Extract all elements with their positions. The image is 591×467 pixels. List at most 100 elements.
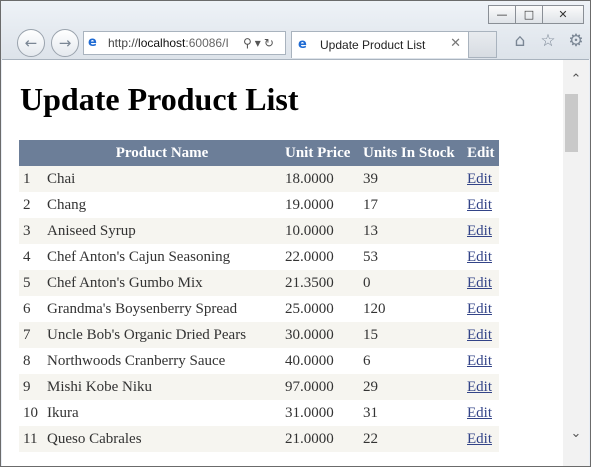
home-icon[interactable]: ⌂ bbox=[506, 31, 534, 51]
maximize-icon[interactable]: □ bbox=[515, 5, 543, 24]
product-name-cell: Mishi Kobe Niku bbox=[43, 374, 281, 400]
unit-price-cell: 97.0000 bbox=[281, 374, 359, 400]
edit-link-cell: Edit bbox=[463, 348, 499, 374]
edit-link[interactable]: Edit bbox=[467, 249, 492, 265]
browser-chrome: — □ ✕ ← → e http://localhost:60086/I ⚲ ▾… bbox=[1, 1, 590, 59]
unit-price-cell: 18.0000 bbox=[281, 166, 359, 192]
units-in-stock: 53 bbox=[363, 248, 378, 265]
edit-link[interactable]: Edit bbox=[467, 431, 492, 447]
product-name: Aniseed Syrup bbox=[47, 222, 136, 239]
unit-price: 31.0000 bbox=[285, 404, 334, 421]
row-id: 8 bbox=[23, 352, 31, 369]
tab-title: Update Product List bbox=[320, 38, 426, 52]
row-id: 3 bbox=[23, 222, 31, 239]
row-id: 5 bbox=[23, 274, 31, 291]
unit-price-cell: 21.3500 bbox=[281, 270, 359, 296]
edit-link[interactable]: Edit bbox=[467, 405, 492, 421]
row-id: 9 bbox=[23, 378, 31, 395]
tab-favicon-icon: e bbox=[298, 37, 307, 52]
edit-link-cell: Edit bbox=[463, 218, 499, 244]
unit-price: 30.0000 bbox=[285, 326, 334, 343]
scroll-up-icon[interactable]: ⌃ bbox=[563, 72, 589, 92]
unit-price: 19.0000 bbox=[285, 196, 334, 213]
unit-price: 25.0000 bbox=[285, 300, 334, 317]
edit-link[interactable]: Edit bbox=[467, 379, 492, 395]
scroll-down-icon[interactable]: ⌄ bbox=[563, 426, 589, 446]
product-name: Chef Anton's Gumbo Mix bbox=[47, 274, 203, 291]
units-in-stock: 0 bbox=[363, 274, 371, 291]
product-name-cell: Ikura bbox=[43, 400, 281, 426]
table-body: 1 Chai 18.0000 39 Edit 2 Chang 19.0000 17 Edit 3 An… bbox=[19, 166, 499, 452]
new-tab-button[interactable] bbox=[469, 31, 497, 58]
search-icon[interactable]: ⚲ bbox=[243, 36, 252, 50]
row-id-cell: 5 bbox=[19, 270, 43, 296]
row-id: 1 bbox=[23, 170, 31, 187]
table-row: 6 Grandma's Boysenberry Spread 25.0000 120 E… bbox=[19, 296, 499, 322]
product-name: Northwoods Cranberry Sauce bbox=[47, 352, 226, 369]
unit-price: 18.0000 bbox=[285, 170, 334, 187]
units-in-stock: 17 bbox=[363, 196, 378, 213]
forward-icon[interactable]: → bbox=[51, 29, 79, 57]
edit-link[interactable]: Edit bbox=[467, 171, 492, 187]
row-id-cell: 1 bbox=[19, 166, 43, 192]
units-in-stock-cell: 0 bbox=[359, 270, 463, 296]
units-in-stock-cell: 15 bbox=[359, 322, 463, 348]
product-name: Mishi Kobe Niku bbox=[47, 378, 152, 395]
product-name: Grandma's Boysenberry Spread bbox=[47, 300, 238, 317]
units-in-stock: 39 bbox=[363, 170, 378, 187]
header-units-in-stock: Units In Stock bbox=[359, 140, 463, 166]
edit-link[interactable]: Edit bbox=[467, 223, 492, 239]
row-id: 2 bbox=[23, 196, 31, 213]
edit-link-cell: Edit bbox=[463, 426, 499, 452]
edit-link-cell: Edit bbox=[463, 374, 499, 400]
edit-link-cell: Edit bbox=[463, 296, 499, 322]
units-in-stock-cell: 22 bbox=[359, 426, 463, 452]
favorites-star-icon[interactable]: ☆ bbox=[534, 31, 562, 51]
product-name: Uncle Bob's Organic Dried Pears bbox=[47, 326, 247, 343]
row-id-cell: 10 bbox=[19, 400, 43, 426]
refresh-icon[interactable]: ↻ bbox=[264, 36, 274, 50]
edit-link-cell: Edit bbox=[463, 270, 499, 296]
edit-link[interactable]: Edit bbox=[467, 301, 492, 317]
row-id: 4 bbox=[23, 248, 31, 265]
table-row: 9 Mishi Kobe Niku 97.0000 29 Edit bbox=[19, 374, 499, 400]
units-in-stock: 13 bbox=[363, 222, 378, 239]
row-id-cell: 4 bbox=[19, 244, 43, 270]
edit-link[interactable]: Edit bbox=[467, 197, 492, 213]
dropdown-icon[interactable]: ▾ bbox=[255, 36, 261, 50]
tab-update-product-list[interactable]: e Update Product List ✕ bbox=[291, 31, 469, 58]
row-id-cell: 3 bbox=[19, 218, 43, 244]
row-id: 6 bbox=[23, 300, 31, 317]
scrollbar-thumb[interactable] bbox=[565, 94, 578, 152]
header-edit: Edit bbox=[463, 140, 499, 166]
table-row: 1 Chai 18.0000 39 Edit bbox=[19, 166, 499, 192]
unit-price: 21.3500 bbox=[285, 274, 334, 291]
product-name-cell: Queso Cabrales bbox=[43, 426, 281, 452]
units-in-stock-cell: 17 bbox=[359, 192, 463, 218]
close-tab-icon[interactable]: ✕ bbox=[450, 36, 461, 51]
product-name: Chang bbox=[47, 196, 87, 213]
row-id: 11 bbox=[23, 430, 38, 447]
settings-gear-icon[interactable]: ⚙ bbox=[562, 31, 590, 51]
address-bar[interactable]: e http://localhost:60086/I ⚲ ▾ ↻ bbox=[83, 31, 286, 55]
close-icon[interactable]: ✕ bbox=[542, 5, 584, 24]
unit-price-cell: 21.0000 bbox=[281, 426, 359, 452]
units-in-stock-cell: 120 bbox=[359, 296, 463, 322]
edit-link[interactable]: Edit bbox=[467, 275, 492, 291]
edit-link[interactable]: Edit bbox=[467, 327, 492, 343]
unit-price-cell: 22.0000 bbox=[281, 244, 359, 270]
header-unit-price: Unit Price bbox=[281, 140, 359, 166]
unit-price: 97.0000 bbox=[285, 378, 334, 395]
row-id-cell: 2 bbox=[19, 192, 43, 218]
product-name: Queso Cabrales bbox=[47, 430, 142, 447]
header-id bbox=[19, 140, 43, 166]
product-name-cell: Chef Anton's Gumbo Mix bbox=[43, 270, 281, 296]
url-text[interactable]: http://localhost:60086/I bbox=[108, 36, 240, 50]
vertical-scrollbar[interactable]: ⌃ ⌄ bbox=[563, 59, 589, 466]
window-controls: — □ ✕ bbox=[488, 5, 584, 24]
minimize-icon[interactable]: — bbox=[488, 5, 516, 24]
back-icon[interactable]: ← bbox=[17, 29, 45, 57]
product-name-cell: Aniseed Syrup bbox=[43, 218, 281, 244]
edit-link[interactable]: Edit bbox=[467, 353, 492, 369]
table-row: 8 Northwoods Cranberry Sauce 40.0000 6 Edit bbox=[19, 348, 499, 374]
